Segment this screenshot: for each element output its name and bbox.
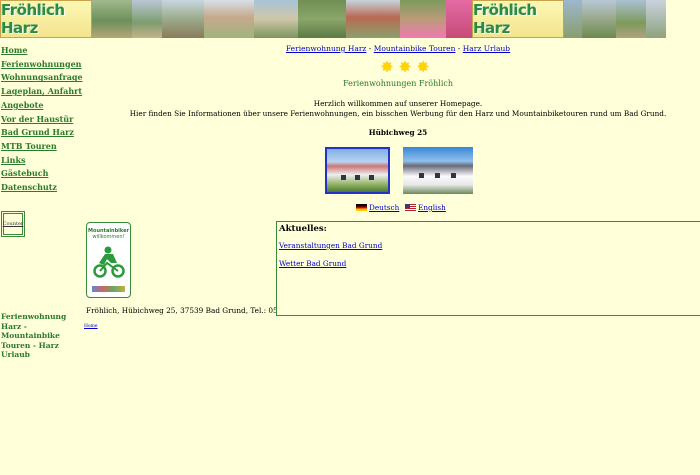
language-link-deutsch[interactable]: Deutsch [369,203,399,212]
badge-strip [92,286,125,292]
sidebar-footer-text: Ferienwohnung Harz - Mountainbike Touren… [1,312,67,359]
counter-widget[interactable]: Counter [1,211,25,237]
star-icon: ✸ [416,58,430,76]
sidebar-item-datenschutz[interactable]: Datenschutz [1,181,83,195]
welcome-line: Herzlich willkommen auf unserer Homepage… [313,99,483,108]
banner-photo [446,0,472,38]
news-link-wetter[interactable]: Wetter Bad Grund [279,259,346,268]
sidebar-item-gaestebuch[interactable]: Gästebuch [1,167,83,181]
news-link-veranstaltungen[interactable]: Veranstaltungen Bad Grund [279,241,382,250]
banner-photo [616,0,646,38]
banner-photo [646,0,666,38]
address-heading: Hübichweg 25 [368,128,428,137]
german-flag-icon [356,204,367,211]
banner-photo [582,0,616,38]
page-subtitle: Ferienwohnungen Fröhlich [342,79,454,88]
house-photo[interactable] [403,147,473,194]
star-icon: ✸ [398,58,412,76]
sidebar-item-home[interactable]: Home [1,44,83,58]
language-en[interactable]: English [405,203,446,212]
sidebar-item-angebote[interactable]: Angebote [1,99,83,113]
sidebar-item-bad-grund-harz[interactable]: Bad Grund Harz [1,126,83,140]
mountainbiker-badge[interactable]: Mountainbiker willkommen! [86,222,131,298]
breadcrumb-separator: - [455,44,463,53]
breadcrumb-link-mountainbike[interactable]: Mountainbike Touren [374,44,456,53]
sidebar-item-vor-der-haustuer[interactable]: Vor der Haustür [1,113,83,127]
mountain-bike-icon [93,246,125,278]
breadcrumb-link-urlaub[interactable]: Harz Urlaub [463,44,510,53]
footer-home-link[interactable]: Home [84,324,98,329]
header-banner: Fröhlich Harz Fröhlich Harz [0,0,700,38]
breadcrumb-separator: - [366,44,374,53]
counter-label[interactable]: Counter [3,213,23,235]
welcome-text: Herzlich willkommen auf unserer Homepage… [96,99,700,118]
banner-photo [400,0,446,38]
banner-photo [92,0,132,38]
banner-photo [254,0,298,38]
house-photo[interactable] [325,147,390,194]
banner-photo [346,0,400,38]
welcome-line: Hier finden Sie Informationen über unser… [129,108,667,118]
us-flag-icon [405,204,416,211]
site-logo-right[interactable]: Fröhlich Harz [472,0,564,38]
star-icon: ✸ [380,58,394,76]
badge-line: willkommen! [92,234,125,240]
banner-photo [564,0,582,38]
news-title: Aktuelles: [279,224,327,234]
language-de[interactable]: Deutsch [356,203,399,212]
sidebar-item-ferienwohnungen[interactable]: Ferienwohnungen [1,58,83,72]
banner-photo [162,0,204,38]
sidebar-nav: Home Ferienwohnungen Wohnungsanfrage Lag… [1,44,83,195]
banner-photo [298,0,346,38]
site-logo[interactable]: Fröhlich Harz [0,0,92,38]
banner-photo [132,0,162,38]
sidebar-item-wohnungsanfrage[interactable]: Wohnungsanfrage [1,71,83,85]
sidebar-item-lageplan[interactable]: Lageplan, Anfahrt [1,85,83,99]
banner-photo [204,0,254,38]
language-link-english[interactable]: English [418,203,446,212]
breadcrumb-link-ferienwohnung[interactable]: Ferienwohnung Harz [286,44,366,53]
news-box: Aktuelles: Veranstaltungen Bad Grund Wet… [276,221,700,316]
sidebar-item-mtb-touren[interactable]: MTB Touren [1,140,83,154]
breadcrumb: Ferienwohnung Harz - Mountainbike Touren… [96,44,700,53]
rating-stars: ✸ ✸ ✸ [380,60,432,76]
sidebar-item-links[interactable]: Links [1,154,83,168]
